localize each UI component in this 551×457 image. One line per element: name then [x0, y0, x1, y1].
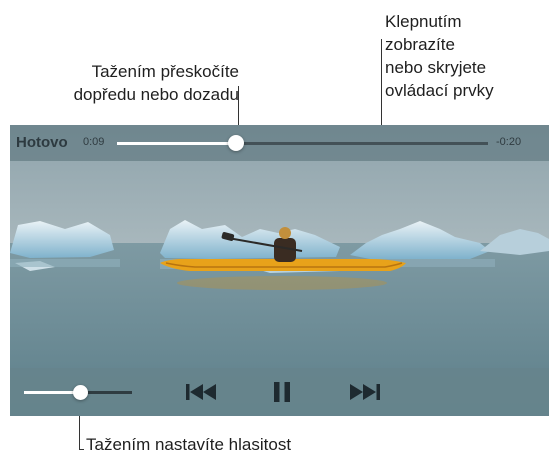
scrub-callout-line-2: dopředu nebo dozadu: [73, 85, 239, 104]
next-track-icon: [350, 384, 380, 400]
toggle-callout-line-4: ovládací prvky: [385, 81, 494, 100]
volume-leader-foot: [79, 449, 84, 450]
top-control-bar: Hotovo 0:09 -0:20: [10, 125, 549, 161]
elapsed-time: 0:09: [83, 136, 105, 148]
pause-button[interactable]: [272, 380, 292, 404]
scrubber-track[interactable]: [117, 135, 488, 151]
volume-slider-thumb[interactable]: [73, 385, 88, 400]
bottom-control-bar: [10, 368, 549, 416]
scrubber-played: [117, 142, 236, 145]
previous-track-button[interactable]: [185, 380, 219, 404]
video-player[interactable]: Hotovo 0:09 -0:20: [10, 125, 549, 416]
volume-slider-track[interactable]: [24, 385, 132, 400]
previous-track-icon: [186, 384, 216, 400]
volume-callout-line: Tažením nastavíte hlasitost: [86, 435, 292, 454]
done-button[interactable]: Hotovo: [16, 134, 68, 151]
toggle-callout-line-1: Klepnutím: [385, 12, 462, 31]
pause-icon: [274, 382, 290, 402]
toggle-callout-line-3: nebo skryjete: [385, 58, 487, 77]
next-track-button[interactable]: [347, 380, 381, 404]
volume-slider-fill: [24, 391, 80, 394]
toggle-controls-callout: Klepnutím zobrazíte nebo skryjete ovláda…: [385, 10, 494, 102]
scrub-callout-line-1: Tažením přeskočíte: [91, 62, 239, 81]
remaining-time: -0:20: [496, 136, 522, 148]
scrubber-thumb[interactable]: [228, 135, 244, 151]
volume-callout: Tažením nastavíte hlasitost: [86, 433, 291, 456]
toggle-callout-line-2: zobrazíte: [385, 35, 455, 54]
scrub-callout: Tažením přeskočíte dopředu nebo dozadu: [74, 60, 239, 106]
